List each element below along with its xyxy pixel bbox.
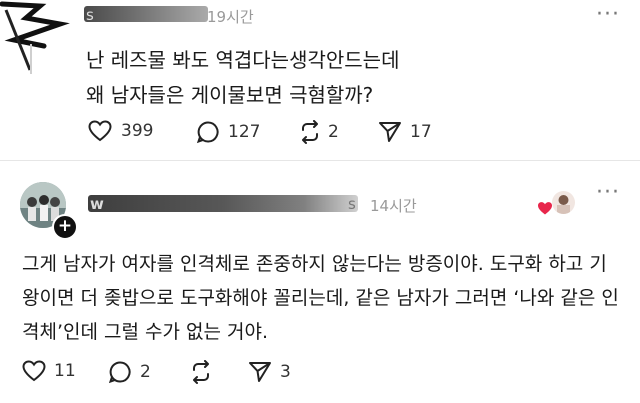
post-text-line-1: 난 레즈물 봐도 역겹다는생각안드는데 [86,48,400,72]
comment-icon [108,361,131,384]
redacted-avatar-scribble [0,1,70,71]
redacted-username [88,195,358,212]
liked-by-author-heart-icon [538,202,552,215]
author-avatar-image [557,195,570,214]
repost-icon [193,360,209,384]
like-count: 11 [54,361,76,381]
comment-text: 그게 남자가 여자를 인격체로 존중하지 않는다는 방증이야. 도구화 하고 기… [22,253,619,343]
send-icon [249,362,271,382]
comment-action[interactable]: 2 [108,360,151,384]
thread-line [30,44,32,74]
follow-plus-button[interactable]: + [52,214,78,240]
repost-count: 2 [328,122,339,142]
post-time: 14시간 [370,197,417,215]
heart-icon [88,120,112,142]
more-options-button[interactable]: ··· [596,2,620,27]
like-count: 399 [121,121,154,141]
like-action[interactable]: 11 [22,360,76,382]
comment-count: 127 [228,122,261,142]
share-action[interactable]: 17 [378,120,432,144]
repost-icon [302,120,318,144]
comment-icon [196,121,219,144]
repost-action[interactable] [189,360,213,384]
post-text-line-2: 왜 남자들은 게이물보면 극혐할까? [86,83,374,107]
post-time: 19시간 [207,8,254,26]
username[interactable]: s [86,6,94,24]
repost-action[interactable]: 2 [298,120,339,144]
comment-action[interactable]: 127 [196,120,260,144]
author-avatar-thumb [552,191,575,214]
divider [0,160,640,161]
send-icon [379,122,401,142]
username[interactable]: w [90,195,104,213]
more-options-button[interactable]: ··· [596,180,620,205]
username-tail: s [348,195,356,213]
share-action[interactable]: 3 [248,360,291,384]
comment-count: 2 [140,362,151,382]
heart-icon [22,360,46,382]
like-action[interactable]: 399 [88,120,153,142]
redacted-username [84,6,208,22]
share-count: 17 [410,122,432,142]
share-count: 3 [280,362,291,382]
